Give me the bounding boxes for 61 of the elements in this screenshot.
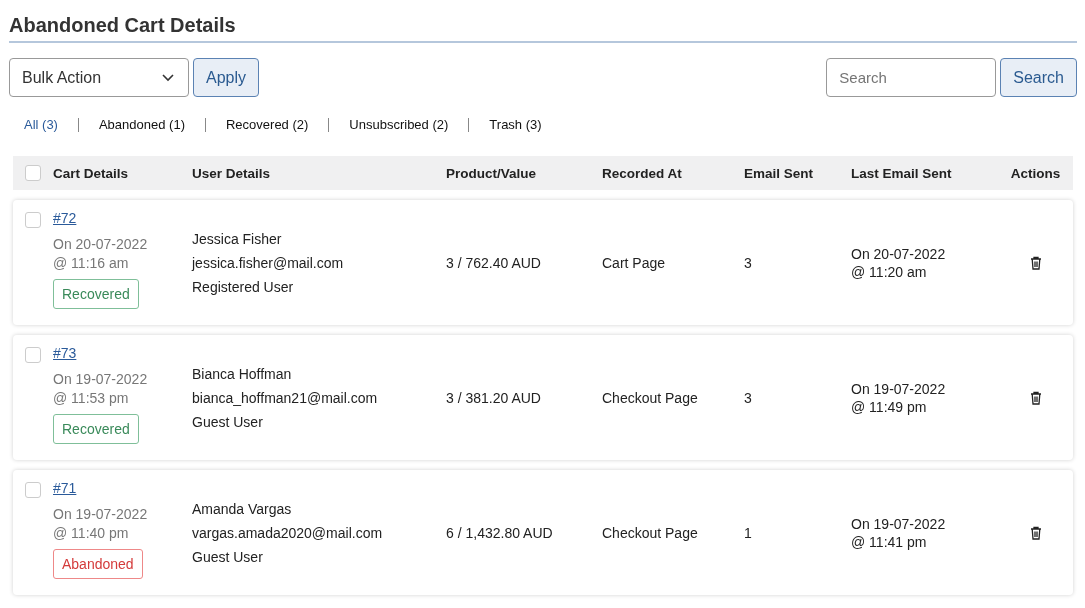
user-type: Guest User: [192, 413, 264, 430]
cart-date: On 19-07-2022: [53, 370, 148, 389]
product-value: 3 / 381.20 AUD: [446, 389, 541, 406]
user-name: Bianca Hoffman: [192, 365, 293, 382]
cart-date: On 19-07-2022: [53, 505, 148, 524]
cart-time: @ 11:40 pm: [53, 524, 129, 543]
user-email: jessica.fisher@mail.com: [192, 254, 345, 271]
trash-icon[interactable]: [1029, 390, 1042, 405]
user-email: bianca_hoffman21@mail.com: [192, 389, 379, 406]
product-value: 3 / 762.40 AUD: [446, 254, 541, 271]
email-sent-count: 3: [744, 389, 752, 406]
apply-button[interactable]: Apply: [193, 58, 260, 97]
search-button[interactable]: Search: [1000, 58, 1077, 97]
email-sent-count: 3: [744, 254, 752, 271]
recorded-at: Cart Page: [602, 254, 666, 271]
status-badge: Recovered: [53, 279, 139, 309]
last-email-date: On 19-07-2022: [851, 380, 946, 397]
status-badge: Recovered: [53, 414, 139, 444]
user-email: vargas.amada2020@mail.com: [192, 524, 384, 541]
column-header: User Details: [192, 165, 271, 181]
bulk-action-dropdown[interactable]: Bulk Action: [9, 58, 189, 97]
status-filter-link[interactable]: Unsubscribed (2): [349, 117, 469, 132]
column-header: Actions: [1010, 165, 1061, 181]
select-all-checkbox[interactable]: [25, 165, 41, 181]
last-email-time: @ 11:41 pm: [851, 533, 927, 550]
status-filter-link[interactable]: All (3): [24, 117, 78, 132]
cart-id-link[interactable]: #72: [53, 210, 77, 226]
row-checkbox[interactable]: [25, 347, 41, 363]
row-checkbox[interactable]: [25, 212, 41, 228]
recorded-at: Checkout Page: [602, 389, 698, 406]
user-name: Jessica Fisher: [192, 230, 283, 247]
search-field[interactable]: Search: [826, 58, 997, 97]
user-type: Registered User: [192, 278, 295, 295]
cart-time: @ 11:53 pm: [53, 389, 129, 408]
trash-icon[interactable]: [1029, 255, 1042, 270]
status-filter-link[interactable]: Trash (3): [489, 117, 562, 132]
last-email-date: On 20-07-2022: [851, 245, 946, 262]
cart-date: On 20-07-2022: [53, 235, 148, 254]
last-email-date: On 19-07-2022: [851, 515, 946, 532]
column-header: Recorded At: [602, 165, 682, 181]
column-header: Cart Details: [53, 165, 129, 181]
user-type: Guest User: [192, 548, 264, 565]
product-value: 6 / 1,432.80 AUD: [446, 524, 553, 541]
email-sent-count: 1: [744, 524, 752, 541]
recorded-at: Checkout Page: [602, 524, 698, 541]
cart-id-link[interactable]: #71: [53, 480, 77, 496]
chevron-down-icon: [162, 73, 174, 82]
cart-id-link[interactable]: #73: [53, 345, 77, 361]
status-filter-link[interactable]: Recovered (2): [225, 117, 329, 132]
page-title: Abandoned Cart Details: [9, 14, 1077, 43]
column-header: Email Sent: [744, 165, 814, 181]
column-header: Product/Value: [446, 165, 537, 181]
column-header: Last Email Sent: [851, 165, 952, 181]
last-email-time: @ 11:49 pm: [851, 398, 927, 415]
status-badge: Abandoned: [53, 549, 143, 579]
trash-icon[interactable]: [1029, 525, 1042, 540]
status-filter-link[interactable]: Abandoned (1): [98, 117, 205, 132]
user-name: Amanda Vargas: [192, 500, 293, 517]
cart-time: @ 11:16 am: [53, 254, 129, 273]
row-checkbox[interactable]: [25, 482, 41, 498]
last-email-time: @ 11:20 am: [851, 263, 927, 280]
